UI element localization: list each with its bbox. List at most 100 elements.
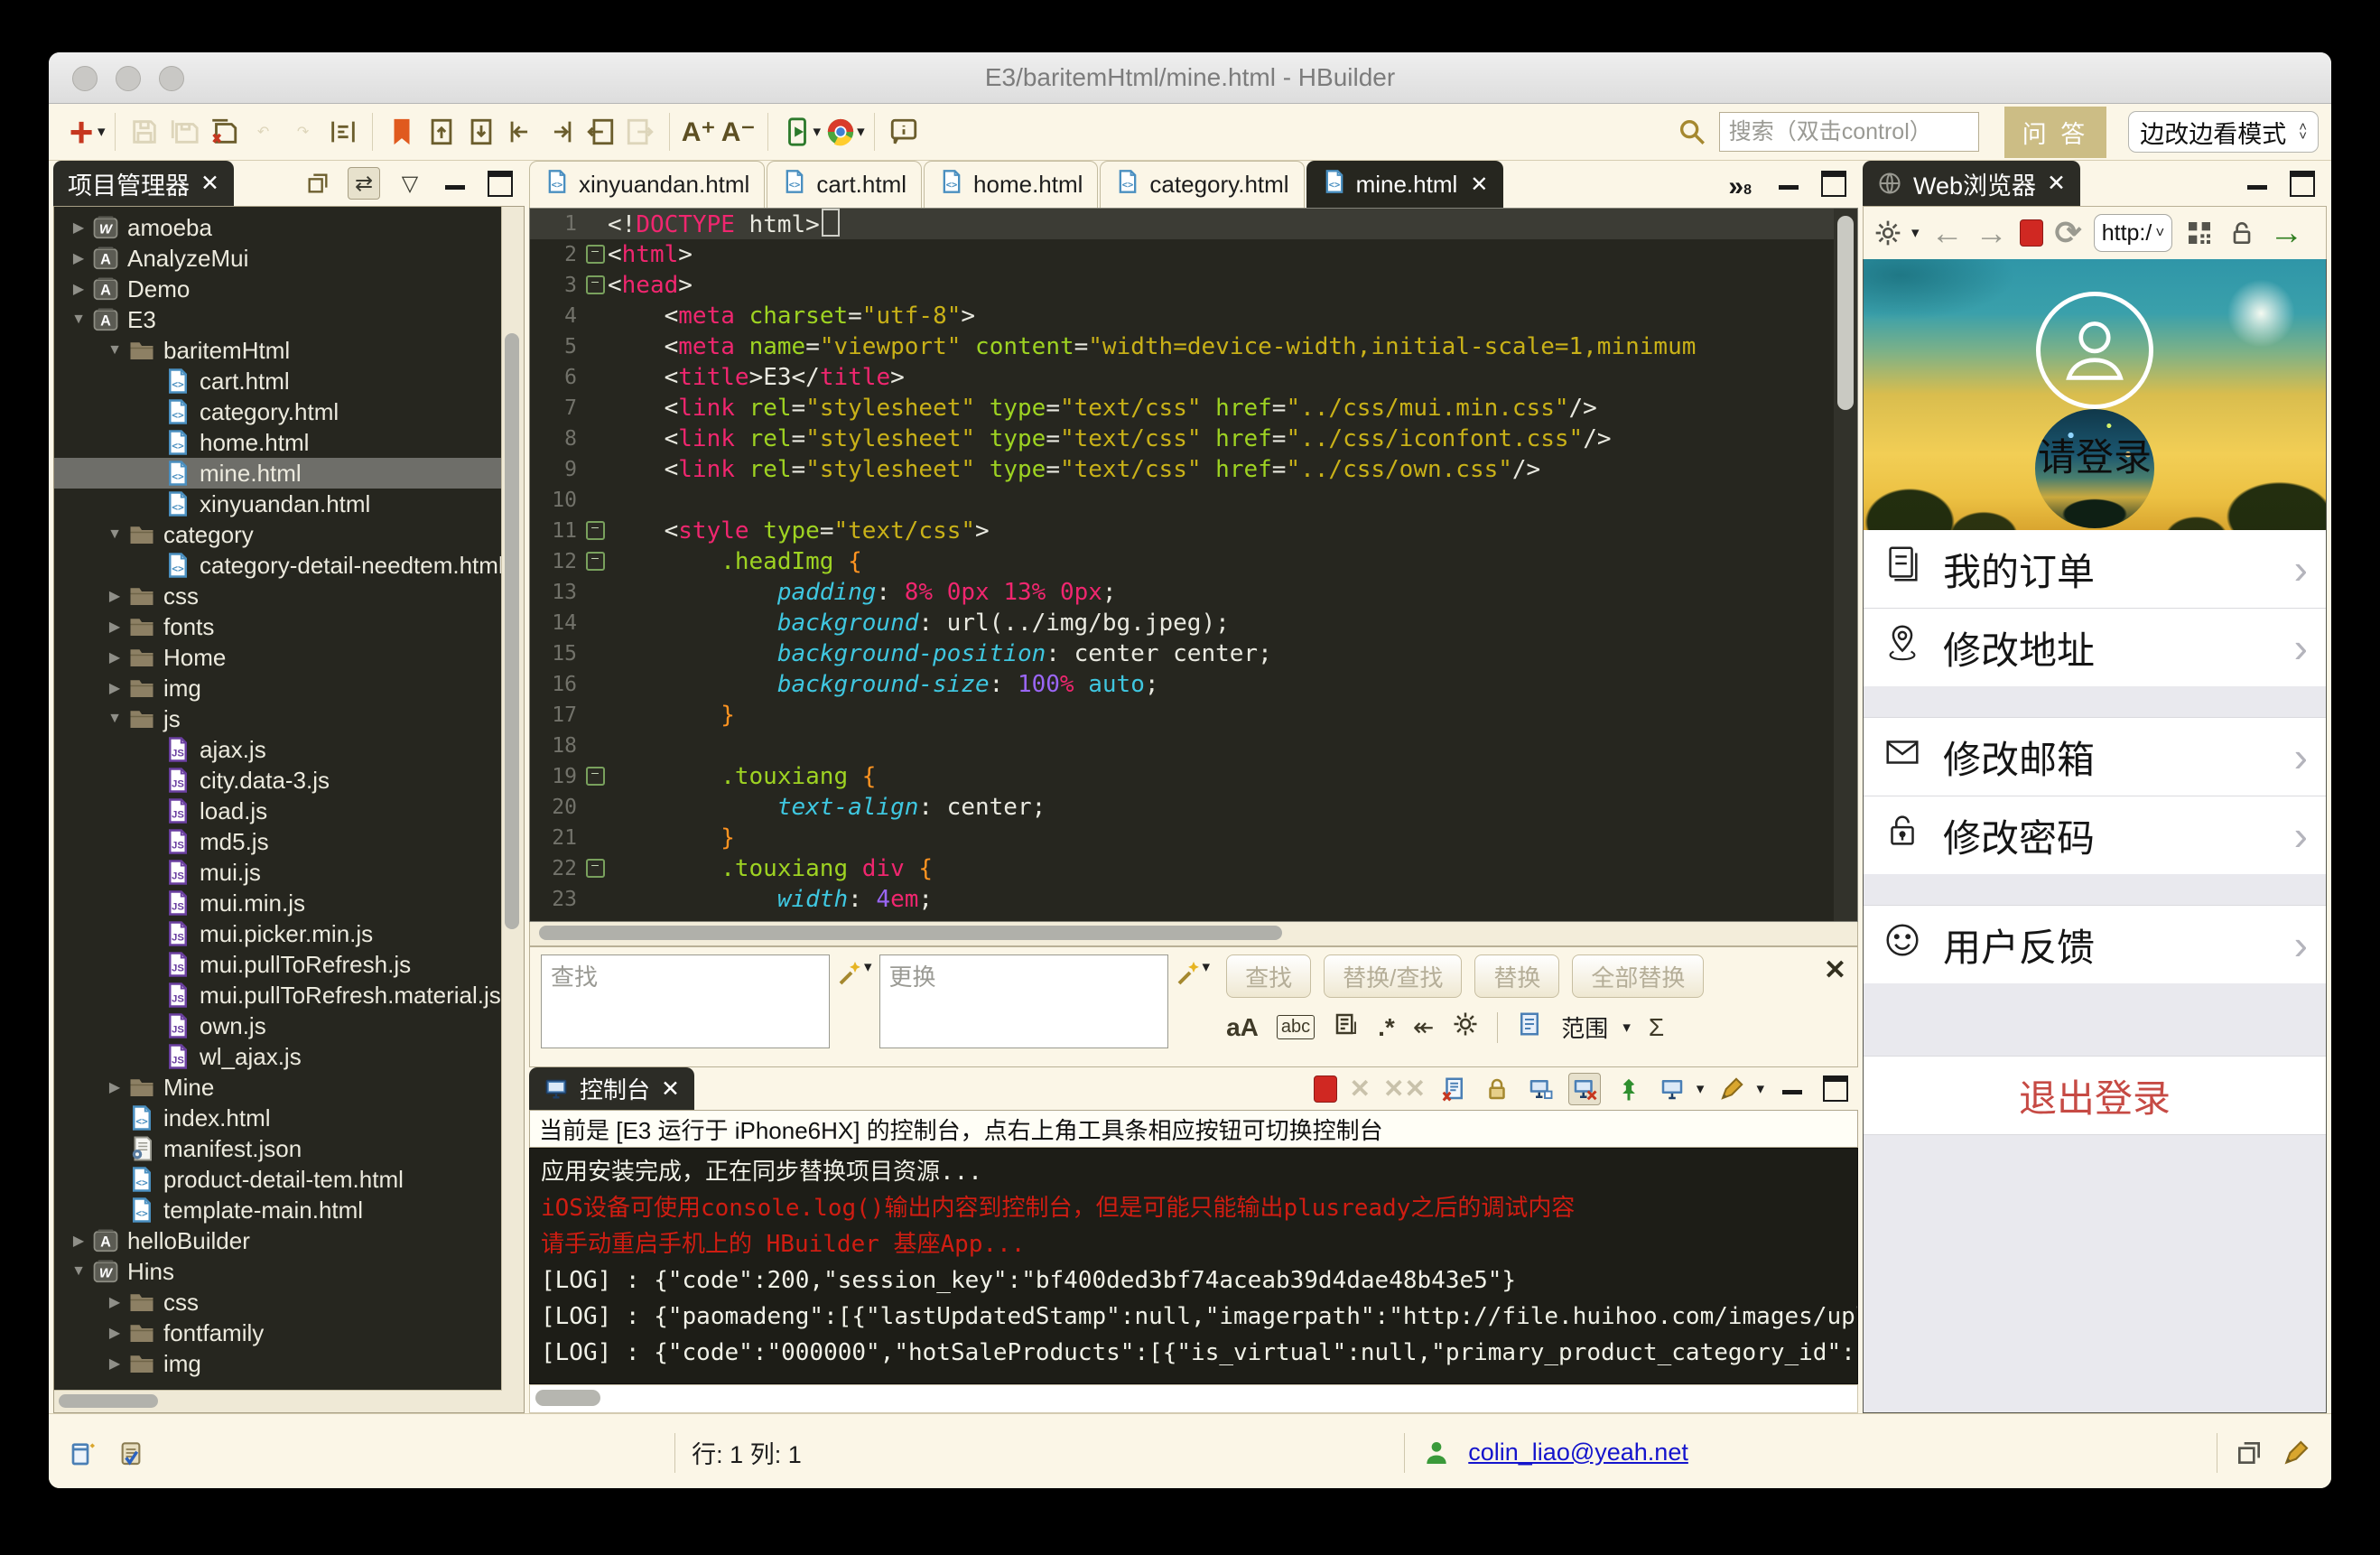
- expand-arrow-icon[interactable]: ▶: [101, 1293, 128, 1311]
- console-log[interactable]: 应用安装完成，正在同步替换项目资源...iOS设备可使用console.log(…: [529, 1148, 1858, 1384]
- tree-horizontal-scrollbar[interactable]: [54, 1390, 502, 1412]
- maximize-icon[interactable]: [1818, 169, 1849, 200]
- show-console-icon[interactable]: [1525, 1074, 1556, 1104]
- tree-item-img[interactable]: ▶img: [54, 673, 524, 703]
- toolbar-search-field[interactable]: [1719, 112, 1979, 152]
- tree-item-mui.pullToRefresh.material.js[interactable]: JSmui.pullToRefresh.material.js: [54, 980, 524, 1010]
- dropdown-icon[interactable]: ▾: [1697, 1080, 1705, 1098]
- find-input[interactable]: [541, 954, 830, 1048]
- fold-marker-icon[interactable]: –: [586, 552, 605, 571]
- console-horizontal-scrollbar[interactable]: [529, 1384, 1858, 1413]
- code-line-6[interactable]: 6 <title>E3</title>: [530, 362, 1857, 393]
- url-dropdown-icon[interactable]: ˅: [2155, 224, 2164, 242]
- tree-item-fonts[interactable]: ▶fonts: [54, 611, 524, 642]
- scroll-lock-icon[interactable]: [1482, 1074, 1512, 1104]
- tree-item-cart.html[interactable]: <>cart.html: [54, 366, 524, 396]
- code-line-7[interactable]: 7 <link rel="stylesheet" type="text/css"…: [530, 393, 1857, 424]
- minimize-icon[interactable]: [2242, 168, 2273, 199]
- tree-item-Hins[interactable]: ▼WHins: [54, 1256, 524, 1287]
- login-link[interactable]: 请登录: [1864, 427, 2326, 482]
- search-input[interactable]: [1727, 118, 1971, 146]
- scrollbar-thumb[interactable]: [59, 1394, 158, 1408]
- settings-icon[interactable]: [1452, 1010, 1479, 1044]
- find-button-全部替换[interactable]: 全部替换: [1572, 954, 1704, 998]
- editor-tab-home.html[interactable]: <>home.html: [924, 161, 1098, 208]
- launch-dropdown-icon[interactable]: [1716, 1074, 1747, 1104]
- font-decrease-icon[interactable]: A⁻: [719, 111, 758, 153]
- tree-item-mui.pullToRefresh.js[interactable]: JSmui.pullToRefresh.js: [54, 949, 524, 980]
- collapse-arrow-icon[interactable]: ▼: [101, 711, 128, 727]
- expand-arrow-icon[interactable]: ▶: [65, 1232, 92, 1250]
- code-line-19[interactable]: 19– .touxiang {: [530, 761, 1857, 792]
- run-in-browser-dropdown-icon[interactable]: ▾: [857, 123, 865, 141]
- tab-console[interactable]: 控制台 ✕: [529, 1067, 694, 1110]
- font-increase-icon[interactable]: A⁺: [679, 111, 719, 153]
- import-icon[interactable]: [422, 111, 461, 153]
- code-line-8[interactable]: 8 <link rel="stylesheet" type="text/css"…: [530, 424, 1857, 454]
- expand-arrow-icon[interactable]: ▶: [101, 1324, 128, 1342]
- dropdown-icon[interactable]: ▾: [1203, 958, 1211, 976]
- close-icon[interactable]: ✕: [1470, 172, 1488, 198]
- tree-item-fontfamily[interactable]: ▶fontfamily: [54, 1318, 524, 1348]
- editor-horizontal-scrollbar[interactable]: [529, 922, 1858, 946]
- clear-console-icon[interactable]: [1438, 1074, 1469, 1104]
- code-line-3[interactable]: 3–<head>: [530, 270, 1857, 301]
- about-icon[interactable]: [884, 111, 924, 153]
- code-line-1[interactable]: 1<!DOCTYPE html>: [530, 209, 1857, 239]
- close-console-icon[interactable]: [1568, 1073, 1601, 1105]
- window-switch-icon[interactable]: [2234, 1438, 2264, 1468]
- collapse-arrow-icon[interactable]: ▼: [101, 342, 128, 358]
- code-editor[interactable]: 1<!DOCTYPE html>2–<html>3–<head>4 <meta …: [529, 208, 1858, 923]
- link-with-editor-icon[interactable]: ⇄: [348, 167, 380, 200]
- count-all-icon[interactable]: Σ: [1649, 1013, 1664, 1042]
- scrollbar-thumb[interactable]: [505, 333, 519, 929]
- tree-item-css[interactable]: ▶css: [54, 581, 524, 611]
- menu-item-用户反馈[interactable]: 用户反馈›: [1864, 906, 2326, 983]
- close-icon[interactable]: ✕: [2047, 170, 2066, 197]
- fold-marker-icon[interactable]: –: [586, 275, 605, 294]
- tree-item-js[interactable]: ▼js: [54, 703, 524, 734]
- maximize-icon[interactable]: [2287, 168, 2318, 199]
- tree-item-load.js[interactable]: JSload.js: [54, 796, 524, 826]
- expand-arrow-icon[interactable]: ▶: [101, 1355, 128, 1373]
- find-button-替换/查找[interactable]: 替换/查找: [1324, 954, 1462, 998]
- tree-item-img[interactable]: ▶img: [54, 1348, 524, 1379]
- find-button-查找[interactable]: 查找: [1226, 954, 1311, 998]
- qa-button[interactable]: 问 答: [2004, 107, 2107, 158]
- maximize-icon[interactable]: [1820, 1074, 1851, 1104]
- url-select[interactable]: http:/ ˅: [2094, 214, 2173, 252]
- menu-item-修改密码[interactable]: 修改密码›: [1864, 796, 2326, 874]
- close-button[interactable]: [72, 66, 98, 91]
- code-line-11[interactable]: 11– <style type="text/css">: [530, 516, 1857, 546]
- expand-arrow-icon[interactable]: ▶: [101, 648, 128, 666]
- tree-item-category[interactable]: ▼category: [54, 519, 524, 550]
- tab-web-browser[interactable]: Web浏览器 ✕: [1863, 161, 2080, 206]
- code-line-17[interactable]: 17 }: [530, 700, 1857, 731]
- history-replace-icon[interactable]: [1176, 958, 1204, 992]
- code-line-5[interactable]: 5 <meta name="viewport" content="width=d…: [530, 331, 1857, 362]
- redo-icon[interactable]: ↷: [284, 111, 323, 153]
- minimize-icon[interactable]: [1777, 1074, 1808, 1104]
- expand-arrow-icon[interactable]: ▶: [101, 1078, 128, 1096]
- refresh-icon[interactable]: ⟳: [2055, 214, 2082, 252]
- doc-forward-icon[interactable]: [620, 111, 660, 153]
- doc-back-icon[interactable]: [581, 111, 620, 153]
- save-all-icon[interactable]: [204, 111, 244, 153]
- tree-item-xinyuandan.html[interactable]: <>xinyuandan.html: [54, 489, 524, 519]
- view-mode-select[interactable]: 边改边看模式 ˄˅: [2128, 111, 2319, 153]
- dropdown-icon[interactable]: ▾: [864, 958, 872, 976]
- account-link[interactable]: colin_liao@yeah.net: [1468, 1439, 1688, 1467]
- close-icon[interactable]: ✕: [200, 170, 219, 197]
- scrollbar-thumb[interactable]: [535, 1390, 600, 1406]
- code-line-15[interactable]: 15 background-position: center center;: [530, 638, 1857, 669]
- tree-item-manifest.json[interactable]: manifest.json: [54, 1133, 524, 1164]
- code-line-20[interactable]: 20 text-align: center;: [530, 792, 1857, 823]
- maximize-icon[interactable]: [485, 168, 516, 199]
- tree-item-AnalyzeMui[interactable]: ▶AAnalyzeMui: [54, 243, 524, 274]
- run-on-device-icon[interactable]: [777, 111, 817, 153]
- fold-marker-icon[interactable]: –: [586, 767, 605, 786]
- fold-marker-icon[interactable]: –: [586, 245, 605, 264]
- new-file-icon[interactable]: +: [61, 111, 101, 153]
- run-on-device-dropdown-icon[interactable]: ▾: [813, 123, 822, 141]
- menu-item-修改地址[interactable]: 修改地址›: [1864, 609, 2326, 686]
